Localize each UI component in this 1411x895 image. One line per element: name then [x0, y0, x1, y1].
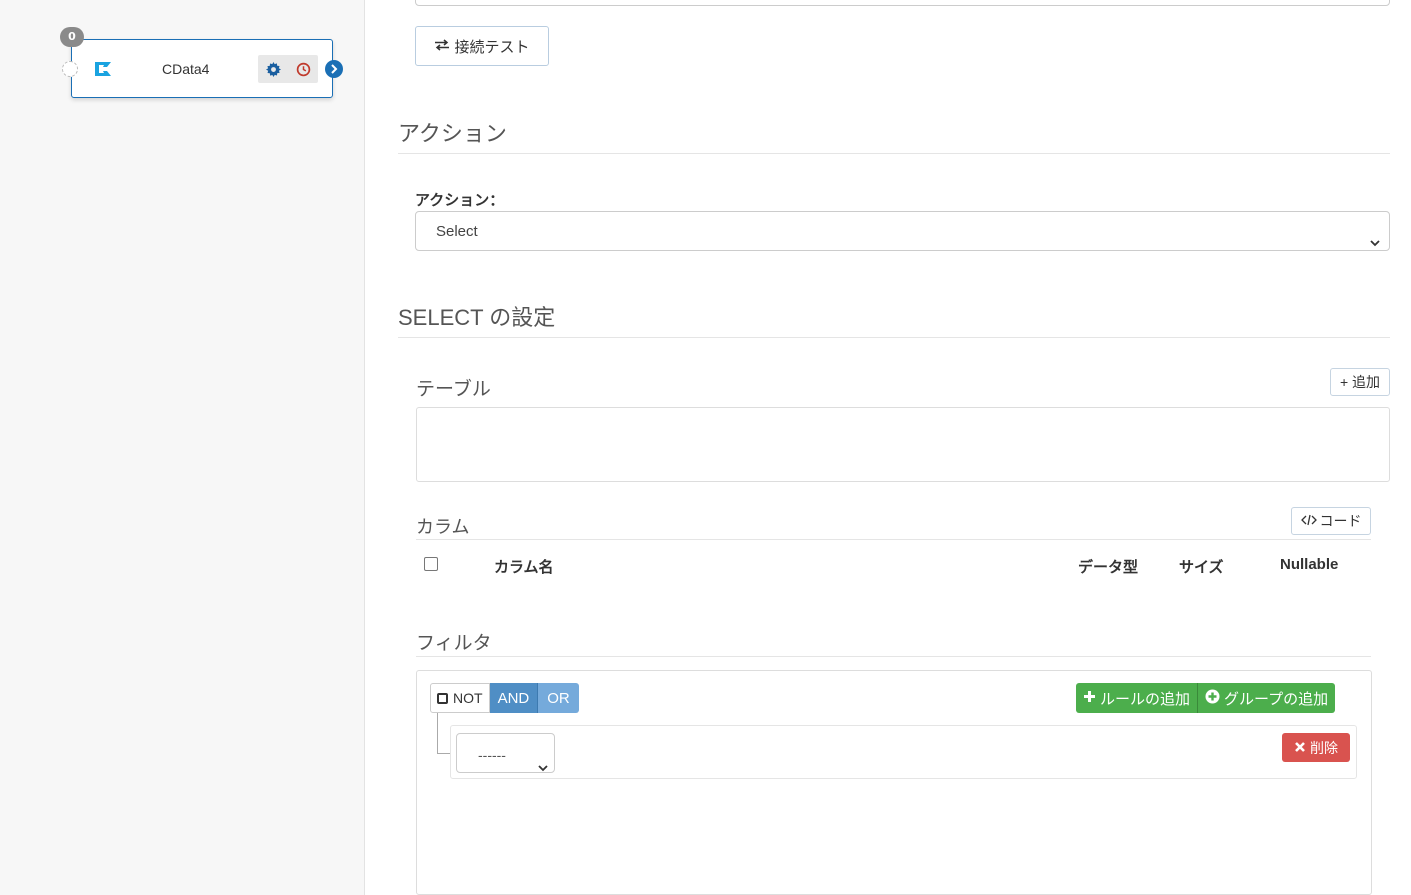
- close-icon: [1294, 740, 1306, 756]
- add-group-button[interactable]: グループの追加: [1197, 683, 1336, 713]
- action-section-title: アクション: [398, 121, 507, 146]
- select-settings-title: SELECT の設定: [398, 305, 556, 330]
- divider: [416, 539, 1371, 540]
- or-button[interactable]: OR: [537, 683, 579, 713]
- node-name: CData4: [162, 61, 210, 77]
- code-icon: [1300, 513, 1317, 529]
- add-rule-label: ルールの追加: [1100, 690, 1191, 708]
- settings-panel: 接続テスト アクション アクション： Select SELECT の設定 テーブ…: [366, 0, 1411, 895]
- connection-test-label: 接続テスト: [454, 38, 530, 56]
- delete-rule-button[interactable]: 削除: [1282, 733, 1350, 762]
- not-label: NOT: [453, 690, 483, 706]
- clock-icon[interactable]: [294, 60, 312, 78]
- table-list[interactable]: [416, 407, 1390, 482]
- flow-canvas[interactable]: 0 CData4: [0, 0, 365, 895]
- plus-icon: [1083, 690, 1096, 707]
- filter-add-group: ルールの追加 グループの追加: [1076, 683, 1336, 713]
- node-input-port[interactable]: [62, 61, 78, 77]
- condition-button-group: NOT AND OR: [430, 683, 579, 713]
- add-table-button[interactable]: + 追加: [1330, 368, 1390, 396]
- node-toolbar: [258, 55, 318, 83]
- columns-section-title: カラム: [416, 517, 470, 537]
- node-badge: 0: [60, 27, 84, 47]
- divider: [416, 656, 1371, 657]
- select-all-checkbox[interactable]: [424, 557, 438, 571]
- column-header-nullable: Nullable: [1280, 556, 1339, 573]
- add-rule-button[interactable]: ルールの追加: [1076, 683, 1198, 713]
- connection-field[interactable]: [415, 0, 1390, 6]
- and-button[interactable]: AND: [489, 683, 538, 713]
- rule-field-value: ------: [478, 747, 506, 763]
- action-select-value: Select: [436, 223, 478, 240]
- divider: [398, 153, 1390, 154]
- cdata-logo-icon: [92, 59, 114, 79]
- rule-field-select[interactable]: ------: [456, 733, 555, 773]
- chevron-right-icon[interactable]: [325, 60, 343, 78]
- chevron-down-icon: [537, 748, 549, 790]
- not-checkbox: [437, 692, 448, 704]
- plus-circle-icon: [1205, 689, 1220, 708]
- action-label: アクション：: [415, 192, 505, 209]
- code-button[interactable]: コード: [1291, 507, 1371, 535]
- filter-section-title: フィルタ: [416, 633, 492, 654]
- column-header-name: カラム名: [494, 559, 554, 576]
- not-toggle[interactable]: NOT: [430, 683, 490, 713]
- action-select[interactable]: Select: [415, 211, 1390, 251]
- divider: [398, 337, 1390, 338]
- delete-label: 削除: [1310, 739, 1338, 756]
- swap-icon: [434, 38, 450, 55]
- chevron-down-icon: [1369, 225, 1381, 265]
- filter-rule-row: [450, 725, 1357, 779]
- gear-icon[interactable]: [264, 60, 282, 78]
- add-table-label: + 追加: [1339, 374, 1381, 390]
- tree-connector: [437, 713, 450, 754]
- connection-test-button[interactable]: 接続テスト: [415, 26, 549, 66]
- add-group-label: グループの追加: [1224, 690, 1329, 708]
- table-section-title: テーブル: [416, 379, 491, 400]
- connector-node[interactable]: CData4: [71, 39, 333, 98]
- column-header-datatype: データ型: [1078, 559, 1139, 576]
- column-header-size: サイズ: [1179, 559, 1224, 576]
- code-label: コード: [1319, 513, 1362, 529]
